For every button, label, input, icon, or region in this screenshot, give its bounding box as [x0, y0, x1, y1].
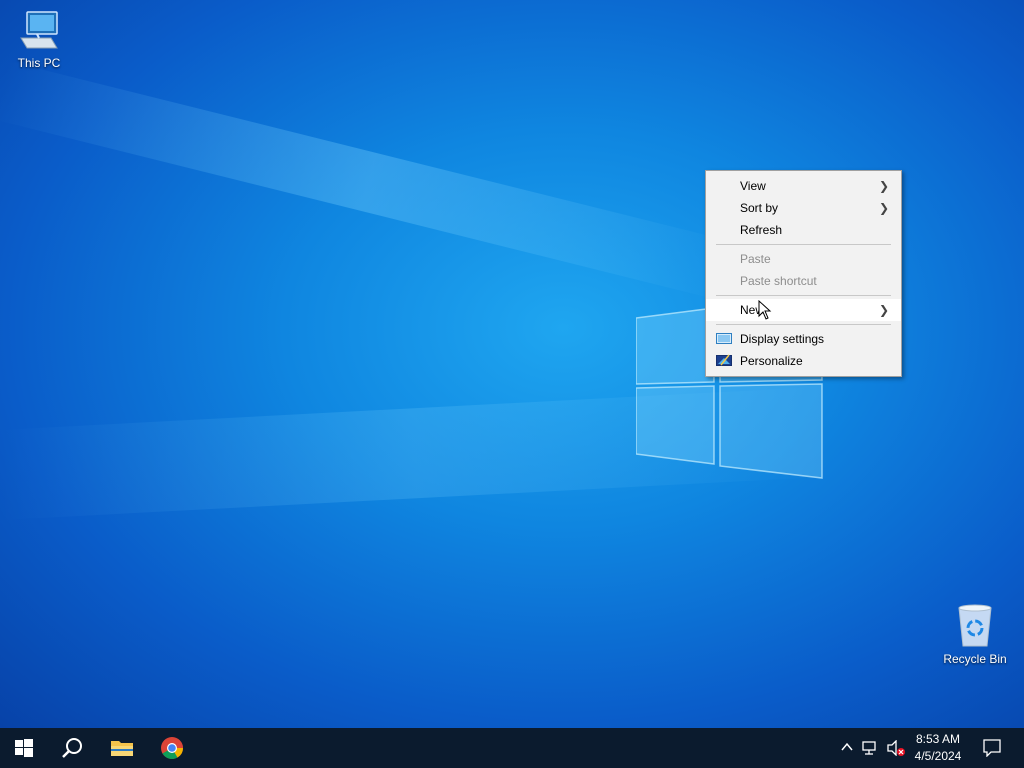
recycle-bin-icon	[958, 604, 992, 647]
clock-date: 4/5/2024	[914, 749, 962, 763]
menu-item-label: View	[740, 179, 766, 193]
menu-item-label: Paste shortcut	[740, 274, 817, 288]
menu-item-label: Sort by	[740, 201, 779, 215]
menu-item-view[interactable]: View ❯	[706, 175, 901, 197]
network-icon[interactable]	[862, 740, 880, 756]
menu-item-new[interactable]: New ❯	[706, 299, 901, 321]
menu-item-label: Refresh	[740, 223, 783, 237]
menu-item-label: Display settings	[740, 332, 825, 346]
menu-separator	[716, 244, 891, 245]
chevron-right-icon: ❯	[878, 179, 889, 193]
menu-item-paste-shortcut: Paste shortcut	[706, 270, 901, 292]
light-beam	[0, 60, 745, 303]
desktop-icon-label: This PC	[17, 56, 61, 70]
desktop-icon-recycle-bin[interactable]: Recycle Bin	[937, 604, 1013, 666]
chrome-icon	[161, 737, 183, 759]
menu-item-label: Personalize	[740, 354, 803, 368]
menu-item-refresh[interactable]: Refresh	[706, 219, 901, 241]
menu-item-personalize[interactable]: Personalize	[706, 350, 901, 372]
menu-item-display-settings[interactable]: Display settings	[706, 328, 901, 350]
chevron-right-icon: ❯	[878, 303, 889, 317]
menu-item-label: Paste	[740, 252, 771, 266]
desktop-background[interactable]: This PC Recycle Bin View ❯ Sort by ❯ Ref…	[0, 0, 1024, 728]
taskbar: 8:53 AM 4/5/2024	[0, 728, 1024, 768]
menu-separator	[716, 295, 891, 296]
chevron-right-icon: ❯	[878, 201, 889, 215]
desktop-context-menu: View ❯ Sort by ❯ Refresh Paste Paste sho…	[705, 170, 902, 377]
this-pc-icon	[20, 11, 58, 49]
clock-time: 8:53 AM	[915, 732, 961, 746]
volume-muted-icon[interactable]	[886, 740, 906, 756]
chrome-button[interactable]	[148, 728, 196, 768]
desktop-icon-label: Recycle Bin	[943, 652, 1007, 666]
desktop-icon-this-pc[interactable]: This PC	[1, 10, 77, 70]
file-explorer-icon	[111, 741, 133, 756]
search-button[interactable]	[48, 728, 96, 768]
search-icon	[62, 738, 82, 758]
chevron-up-icon[interactable]	[840, 740, 854, 754]
taskbar-clock[interactable]: 8:53 AM 4/5/2024	[907, 731, 969, 765]
menu-item-sort-by[interactable]: Sort by ❯	[706, 197, 901, 219]
start-button[interactable]	[0, 728, 48, 768]
display-settings-icon	[716, 333, 732, 344]
notification-icon[interactable]	[983, 739, 1001, 757]
menu-item-paste: Paste	[706, 248, 901, 270]
menu-separator	[716, 324, 891, 325]
file-explorer-button[interactable]	[98, 728, 146, 768]
start-icon	[15, 739, 33, 757]
personalize-icon	[716, 354, 732, 366]
mouse-cursor-icon	[758, 300, 772, 320]
